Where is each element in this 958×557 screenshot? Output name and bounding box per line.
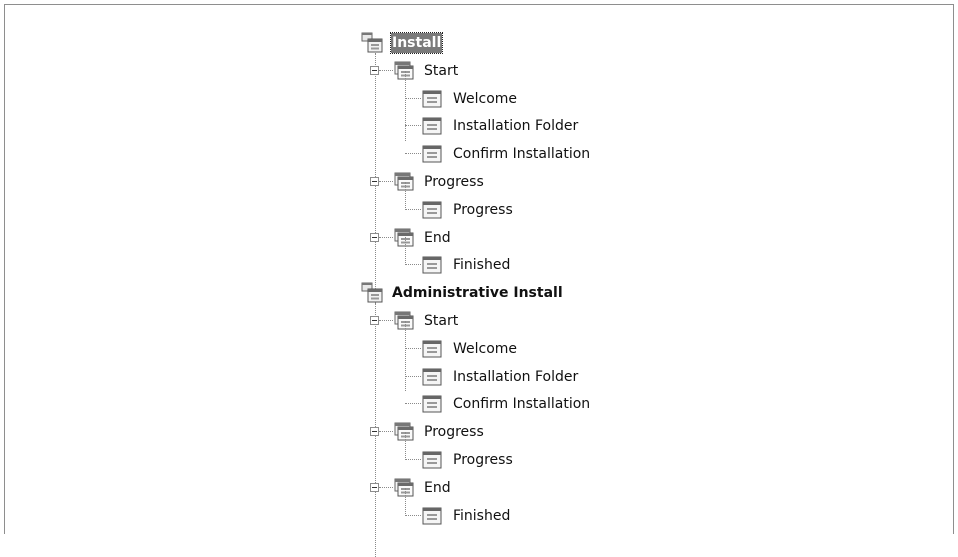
tree-leaf-progress[interactable]: Progress <box>359 181 958 224</box>
tree-group-label: Progress <box>424 424 484 441</box>
dialog-icon <box>421 254 443 276</box>
tree-root-label: Install <box>389 32 444 54</box>
tree-connector <box>405 125 421 127</box>
tree-leaf-welcome[interactable]: Welcome <box>359 70 958 141</box>
tree-connector <box>405 264 421 266</box>
tree-leaf-confirm-installation[interactable]: Confirm Installation <box>359 390 958 418</box>
tree-connector <box>405 208 421 210</box>
tree-group-label: Progress <box>424 173 484 190</box>
dialog-folder-icon <box>393 227 415 249</box>
tree-group-start[interactable]: Start <box>359 302 958 557</box>
tree-connector <box>405 375 421 377</box>
dialog-folder-icon <box>393 60 415 82</box>
tree-leaf-finished[interactable]: Finished <box>359 487 958 530</box>
collapse-toggle[interactable] <box>370 65 379 75</box>
dialog-icon <box>421 199 443 221</box>
collapse-toggle[interactable] <box>370 315 379 325</box>
tree-root-install[interactable]: Install <box>359 29 958 57</box>
sequence-root-icon <box>361 282 383 304</box>
tree-view-panel: Install Start Welcome Installation Folde… <box>4 4 954 557</box>
tree-connector <box>379 180 393 182</box>
tree-group-end[interactable]: End <box>359 224 958 252</box>
dialog-icon <box>421 449 443 471</box>
tree-connector <box>405 153 421 155</box>
collapse-toggle[interactable] <box>370 232 379 242</box>
tree-connector <box>379 69 393 71</box>
dialog-folder-icon <box>393 310 415 332</box>
tree-leaf-label: Progress <box>453 201 513 218</box>
tree-connector <box>405 237 406 266</box>
tree-leaf-label: Installation Folder <box>453 118 579 135</box>
tree-group-label: Start <box>424 62 459 79</box>
tree-connector <box>379 236 393 238</box>
sequence-root-icon <box>361 32 383 54</box>
tree-group-progress[interactable]: Progress <box>359 418 958 446</box>
tree-leaf-progress[interactable]: Progress <box>359 431 958 474</box>
tree-group-label: End <box>424 229 451 246</box>
tree-leaf-installation-folder[interactable]: Installation Folder <box>359 112 958 140</box>
tree-connector <box>405 458 421 460</box>
tree-connector <box>405 347 421 349</box>
dialog-folder-icon <box>393 421 415 443</box>
tree-leaf-label: Installation Folder <box>453 368 579 385</box>
collapse-toggle[interactable] <box>370 176 379 186</box>
tree-leaf-label: Finished <box>453 507 511 524</box>
tree-group-label: Start <box>424 312 459 329</box>
dialog-icon <box>421 366 443 388</box>
tree-group-start[interactable]: Start <box>359 52 958 307</box>
tree-leaf-welcome[interactable]: Welcome <box>359 320 958 391</box>
dialog-sequence-tree: Install Start Welcome Installation Folde… <box>359 29 958 557</box>
tree-connector <box>405 431 406 460</box>
tree-leaf-label: Confirm Installation <box>453 146 591 163</box>
dialog-icon <box>421 115 443 137</box>
tree-leaf-label: Finished <box>453 257 511 274</box>
dialog-icon <box>421 143 443 165</box>
tree-connector <box>405 181 406 210</box>
collapse-toggle[interactable] <box>370 427 379 437</box>
tree-leaf-label: Welcome <box>453 90 518 107</box>
tree-leaf-finished[interactable]: Finished <box>359 237 958 279</box>
dialog-folder-icon <box>393 477 415 499</box>
dialog-folder-icon <box>393 171 415 193</box>
dialog-icon <box>421 393 443 415</box>
tree-leaf-label: Confirm Installation <box>453 396 591 413</box>
tree-connector <box>405 514 421 516</box>
tree-leaf-confirm-installation[interactable]: Confirm Installation <box>359 140 958 168</box>
tree-connector <box>405 487 406 516</box>
dialog-icon <box>421 88 443 110</box>
tree-connector <box>379 431 393 433</box>
tree-root-administrative-install[interactable]: Administrative Install <box>359 279 958 307</box>
tree-connector <box>379 486 393 488</box>
tree-root-label: Administrative Install <box>392 285 563 302</box>
tree-connector <box>405 403 421 405</box>
tree-connector <box>379 319 393 321</box>
collapse-toggle[interactable] <box>370 482 379 492</box>
tree-leaf-installation-folder[interactable]: Installation Folder <box>359 363 958 391</box>
tree-leaf-label: Progress <box>453 451 513 468</box>
tree-leaf-label: Welcome <box>453 340 518 357</box>
dialog-icon <box>421 505 443 527</box>
tree-connector <box>405 97 421 99</box>
dialog-icon <box>421 338 443 360</box>
tree-group-label: End <box>424 479 451 496</box>
tree-group-progress[interactable]: Progress <box>359 168 958 196</box>
tree-group-end[interactable]: End <box>359 474 958 502</box>
